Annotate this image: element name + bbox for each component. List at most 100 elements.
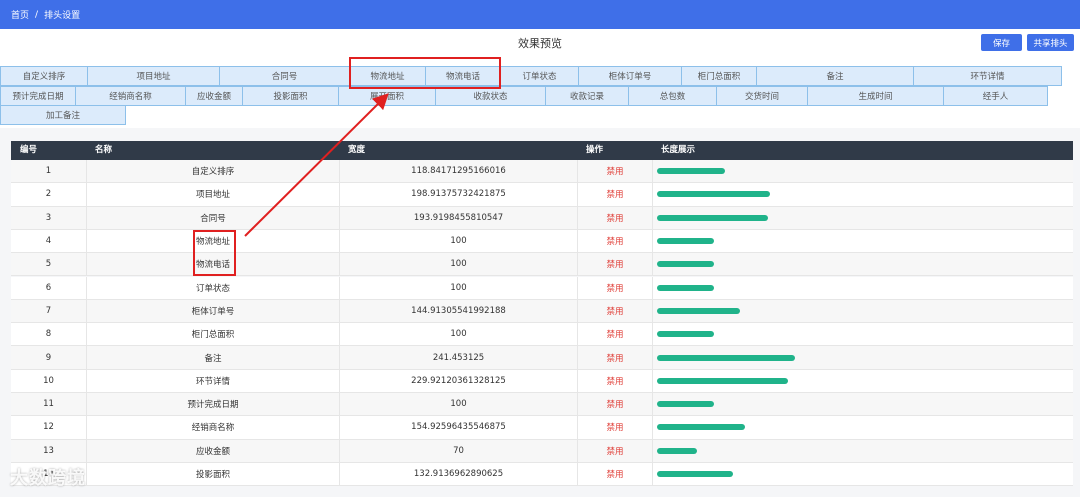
row-width: 100 [340,393,578,416]
tab-item[interactable]: 加工备注 [0,105,126,125]
row-id: 12 [11,416,87,439]
table-row: 5 物流电话 100 禁用 [11,253,1073,277]
row-name: 投影面积 [87,462,340,486]
save-button[interactable]: 保存 [981,34,1022,51]
row-bar-cell [653,346,1073,368]
row-id: 10 [11,369,87,392]
row-width: 193.9198455810547 [340,206,578,229]
header-op: 操作 [586,145,604,155]
disable-link[interactable]: 禁用 [578,229,653,253]
table-row: 2 项目地址 198.91375732421875 禁用 [11,183,1073,207]
row-width: 144.91305541992188 [340,299,578,323]
breadcrumb-home[interactable]: 首页 [11,8,29,21]
row-id: 2 [11,183,87,206]
header-bar: 长度展示 [661,145,696,155]
row-id: 13 [11,439,87,462]
row-width: 241.453125 [340,346,578,369]
disable-link[interactable]: 禁用 [578,299,653,323]
table-row: 13 应收金额 70 禁用 [11,439,1073,463]
tab-item[interactable]: 生成时间 [807,86,944,106]
row-bar-cell [653,230,1073,252]
tab-item[interactable]: 预计完成日期 [0,86,76,106]
top-breadcrumb-bar: 首页 / 排头设置 [0,0,1080,29]
disable-link[interactable]: 禁用 [578,160,653,183]
disable-link[interactable]: 禁用 [578,276,653,299]
disable-link[interactable]: 禁用 [578,369,653,392]
row-bar-cell [653,160,1073,182]
breadcrumb-separator: / [35,9,39,20]
header-id: 编号 [20,145,38,155]
tab-item[interactable]: 收款状态 [435,86,546,106]
tab-item[interactable]: 经销商名称 [75,86,186,106]
tab-item[interactable]: 投影面积 [242,86,339,106]
row-name: 经销商名称 [87,416,340,439]
row-bar-cell [653,300,1073,322]
tab-item[interactable]: 环节详情 [913,66,1062,86]
row-width: 229.92120361328125 [340,369,578,392]
tab-item[interactable]: 物流地址 [349,66,426,86]
table-row: 8 柜门总面积 100 禁用 [11,323,1073,347]
row-width: 100 [340,323,578,346]
row-name: 环节详情 [87,369,340,392]
breadcrumb-current: 排头设置 [44,11,81,21]
row-id: 11 [11,393,87,416]
header-name: 名称 [95,145,113,155]
tab-item[interactable]: 收款记录 [545,86,629,106]
tab-item[interactable]: 项目地址 [87,66,220,86]
table-row: 7 柜体订单号 144.91305541992188 禁用 [11,299,1073,324]
disable-link[interactable]: 禁用 [578,323,653,346]
row-bar-cell [653,393,1073,415]
length-bar [657,168,725,175]
table-row: 9 备注 241.453125 禁用 [11,346,1073,370]
row-width: 118.84171295166016 [340,160,578,183]
row-bar-cell [653,440,1073,462]
row-name: 备注 [87,346,340,369]
tab-item[interactable]: 备注 [756,66,914,86]
tab-item[interactable]: 交货时间 [716,86,808,106]
tab-item[interactable]: 自定义排序 [0,66,88,86]
row-name: 订单状态 [87,276,340,299]
share-header-button[interactable]: 共享排头 [1027,34,1074,51]
row-name: 合同号 [87,206,340,229]
row-name: 预计完成日期 [87,393,340,416]
tab-item[interactable]: 物流电话 [425,66,501,86]
tab-item[interactable]: 应收金额 [185,86,243,106]
tab-item[interactable]: 订单状态 [500,66,579,86]
row-bar-cell [653,207,1073,229]
table-row: 10 环节详情 229.92120361328125 禁用 [11,369,1073,393]
table-row: 4 物流地址 100 禁用 [11,229,1073,254]
disable-link[interactable]: 禁用 [578,253,653,276]
row-bar-cell [653,277,1073,299]
disable-link[interactable]: 禁用 [578,393,653,416]
disable-link[interactable]: 禁用 [578,416,653,439]
length-bar [657,471,733,478]
row-width: 198.91375732421875 [340,183,578,206]
row-id: 4 [11,229,87,253]
length-bar [657,307,740,314]
disable-link[interactable]: 禁用 [578,462,653,486]
table-row: 11 预计完成日期 100 禁用 [11,393,1073,417]
table-row: 14 投影面积 132.9136962890625 禁用 [11,462,1073,487]
row-width: 100 [340,253,578,276]
row-width: 70 [340,439,578,462]
row-bar-cell [653,323,1073,345]
row-width: 154.92596435546875 [340,416,578,439]
tab-item[interactable]: 展开面积 [338,86,436,106]
row-name: 柜体订单号 [87,299,340,323]
page-title: 效果预览 [518,37,562,50]
tab-item[interactable]: 总包数 [628,86,717,106]
disable-link[interactable]: 禁用 [578,346,653,369]
tab-item[interactable]: 合同号 [219,66,350,86]
table-header: 编号 名称 宽度 操作 长度展示 [11,141,1073,160]
row-bar-cell [653,463,1073,485]
tab-item[interactable]: 柜体订单号 [578,66,682,86]
disable-link[interactable]: 禁用 [578,183,653,206]
disable-link[interactable]: 禁用 [578,206,653,229]
table-row: 6 订单状态 100 禁用 [11,276,1073,300]
tab-item[interactable]: 柜门总面积 [681,66,757,86]
disable-link[interactable]: 禁用 [578,439,653,462]
tab-item[interactable]: 经手人 [943,86,1048,106]
length-bar [657,238,714,245]
length-bar [657,354,795,361]
row-bar-cell [653,370,1073,392]
